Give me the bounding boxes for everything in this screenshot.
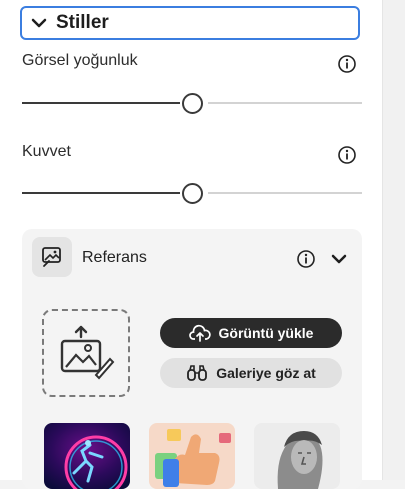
styles-panel: Stiller Görsel yoğunluk Kuvvet Referans … xyxy=(0,0,382,489)
neon-dancer-thumbnail[interactable] xyxy=(44,423,130,489)
reference-icon-box xyxy=(32,237,72,277)
info-icon[interactable] xyxy=(337,145,357,165)
slider-track-filled xyxy=(22,192,180,194)
upload-image-label: Görüntü yükle xyxy=(218,325,314,341)
slider-label-strength: Kuvvet xyxy=(22,143,71,160)
section-title: Stiller xyxy=(56,12,109,33)
chevron-down-icon[interactable] xyxy=(330,250,348,268)
binoculars-icon xyxy=(187,365,208,381)
visual-intensity-slider[interactable] xyxy=(22,91,362,115)
reference-card: Referans Görüntü yükle Galeriye göz at xyxy=(22,229,362,489)
browse-gallery-label: Galeriye göz at xyxy=(216,365,316,381)
panel-scroll-gutter xyxy=(382,0,405,480)
slider-thumb[interactable] xyxy=(182,93,203,114)
reference-title: Referans xyxy=(82,249,147,266)
info-icon[interactable] xyxy=(296,249,316,269)
cloud-upload-icon xyxy=(188,324,211,342)
info-icon[interactable] xyxy=(337,54,357,74)
image-reference-icon xyxy=(42,247,61,267)
upload-image-button[interactable]: Görüntü yükle xyxy=(160,318,342,348)
thumbs-up-thumbnail[interactable] xyxy=(149,423,235,489)
image-upload-icon xyxy=(60,325,115,380)
slider-track-filled xyxy=(22,102,180,104)
slider-label-visual-intensity: Görsel yoğunluk xyxy=(22,52,138,69)
browse-gallery-button[interactable]: Galeriye göz at xyxy=(160,358,342,388)
slider-thumb[interactable] xyxy=(182,183,203,204)
section-header-stiller[interactable]: Stiller xyxy=(20,6,360,40)
statue-bust-thumbnail[interactable] xyxy=(254,423,340,489)
chevron-down-icon xyxy=(31,18,47,28)
image-drop-zone[interactable] xyxy=(42,309,130,397)
strength-slider[interactable] xyxy=(22,181,362,205)
slider-track-rest xyxy=(208,192,362,194)
slider-track-rest xyxy=(208,102,362,104)
